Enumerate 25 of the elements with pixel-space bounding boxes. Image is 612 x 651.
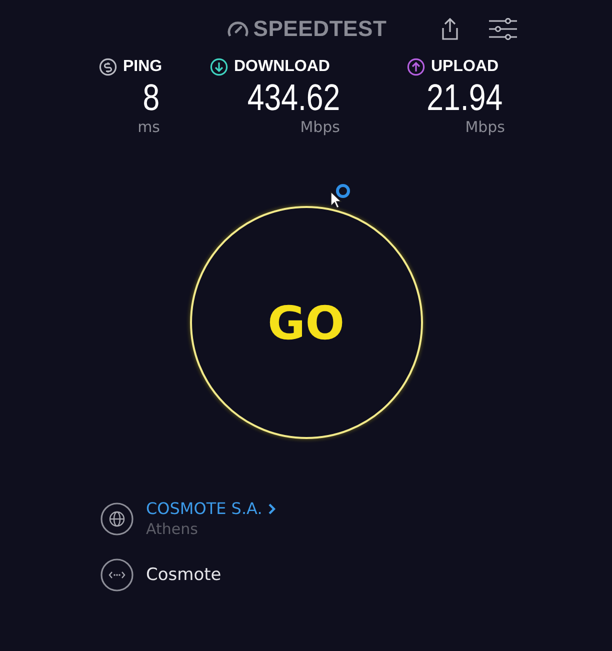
download-icon [210,58,228,76]
ring-icon [335,183,351,199]
metric-label: PING [123,58,162,76]
upload-icon [407,58,425,76]
provider-location: Athens [146,520,199,538]
metric-unit: ms [138,118,160,136]
metric-label: UPLOAD [431,58,499,76]
chevron-icon[interactable] [268,502,276,514]
ping-icon [99,58,117,76]
metric-unit: Mbps [300,118,340,136]
go-button[interactable]: GO [190,206,422,439]
cursor-icon [330,191,342,209]
speedtest-logo: SPEEDTEST [225,16,387,42]
globe-icon [100,502,134,536]
provider-link[interactable]: COSMOTE S.A. [146,499,262,518]
server-icon [100,558,134,592]
metric-unit: Mbps [465,118,505,136]
settings-icon[interactable] [488,18,517,40]
metric-value: 21.94 [427,78,503,118]
server-name[interactable]: Cosmote [146,565,222,585]
gauge-icon [227,20,250,38]
share-icon[interactable] [440,18,459,40]
metric-value: 434.62 [247,78,340,118]
metric-value: 8 [143,78,160,118]
metric-label: DOWNLOAD [234,58,330,76]
